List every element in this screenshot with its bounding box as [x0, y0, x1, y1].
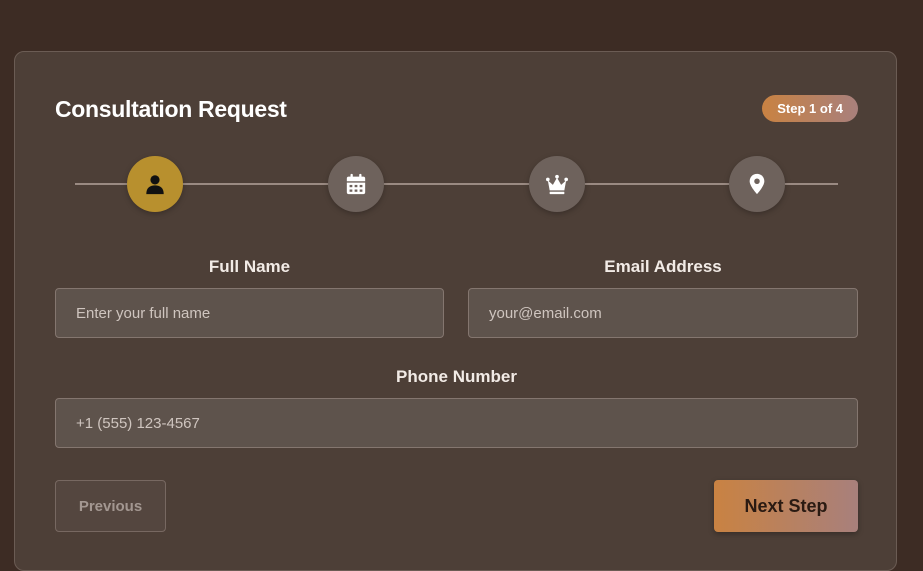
- step-4-location[interactable]: [729, 156, 785, 212]
- step-badge: Step 1 of 4: [762, 95, 858, 122]
- step-1-personal[interactable]: [127, 156, 183, 212]
- location-pin-icon: [749, 173, 765, 195]
- email-label: Email Address: [604, 257, 722, 276]
- full-name-label: Full Name: [208, 257, 291, 276]
- form-title: Consultation Request: [55, 96, 287, 122]
- phone-input[interactable]: [55, 398, 858, 448]
- step-3-service[interactable]: [529, 156, 585, 212]
- email-input[interactable]: [468, 288, 858, 338]
- step-2-schedule[interactable]: [328, 156, 384, 212]
- user-icon: [146, 175, 164, 195]
- progress-line: [75, 183, 838, 185]
- full-name-input[interactable]: [55, 288, 444, 338]
- previous-button[interactable]: Previous: [55, 480, 166, 532]
- next-step-button[interactable]: Next Step: [714, 480, 858, 532]
- consultation-form-card: Consultation Request Step 1 of 4 Full Na…: [14, 51, 897, 571]
- crown-icon: [546, 174, 568, 195]
- calendar-icon: [346, 173, 366, 195]
- phone-label: Phone Number: [396, 367, 517, 386]
